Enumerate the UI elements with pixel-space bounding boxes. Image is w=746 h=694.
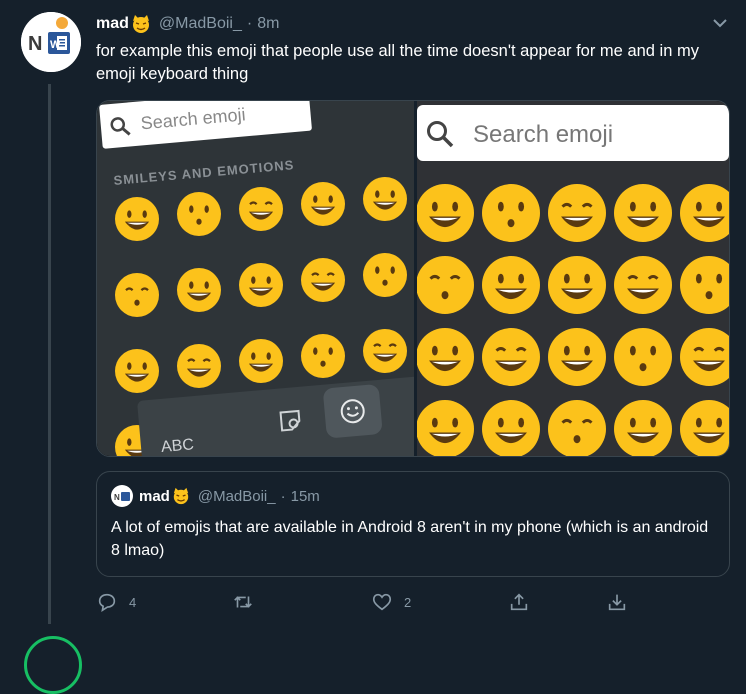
emoji-face [548,184,606,242]
retweet-icon [234,596,252,608]
handle[interactable]: @MadBoii_ [159,15,242,33]
cat-emoji-icon [131,14,151,34]
emoji-face [680,256,729,314]
emoji-face [614,328,672,386]
like-count: 2 [404,594,412,610]
svg-text:N: N [114,493,120,502]
avatar-image: N W [21,12,81,72]
thread-line [48,84,51,624]
emoji-face [177,268,221,312]
svg-text:W: W [50,39,61,51]
share-button[interactable] [508,591,530,613]
emoji-face [363,253,407,297]
quoted-display-name: mad [139,487,170,505]
emoji-face [301,258,345,302]
emoji-face [301,182,345,226]
emoji-face [239,263,283,307]
emoji-face [482,184,540,242]
emoji-face [417,184,474,242]
emoji-face [614,400,672,456]
emoji-face [301,334,345,378]
emoji-face [115,273,159,317]
download-button[interactable] [606,591,628,613]
emoji-face [548,400,606,456]
cat-emoji-icon [172,487,190,505]
smiley-icon [340,399,365,424]
emoji-face [239,187,283,231]
reply-icon [98,593,116,612]
emoji-face [482,256,540,314]
tweet-header: mad @MadBoii_ · 8m [96,13,279,35]
quoted-separator: · [280,487,286,505]
emoji-face [363,329,407,373]
reply-button[interactable]: 4 [96,591,136,613]
heart-icon [372,593,392,611]
quoted-tweet-text: A lot of emojis that are available in An… [111,519,709,559]
tweet-actions: 4 2 [96,591,730,615]
quoted-handle: @MadBoii_ [197,487,276,505]
tweet-text: for example this emoji that people use a… [96,42,699,83]
emoji-face [548,256,606,314]
retweet-button[interactable] [232,591,265,613]
timestamp[interactable]: 8m [257,15,279,33]
sticker-icon [279,409,301,432]
download-icon [608,594,626,611]
emoji-face [548,328,606,386]
quoted-tweet-header: N mad @MadBoii_ · 15m [111,485,320,507]
emoji-face [417,328,474,386]
emoji-face [239,339,283,383]
emoji-face [363,177,407,221]
chevron-down-icon[interactable] [711,14,729,32]
emoji-face [482,328,540,386]
avatar[interactable]: N W [21,12,81,72]
quoted-avatar: N [111,485,133,507]
right-emoji-grid [417,184,729,456]
svg-text:N: N [28,33,42,55]
emoji-face [614,256,672,314]
quoted-timestamp: 15m [290,487,320,505]
like-button[interactable]: 2 [371,591,411,613]
emoji-face [680,328,729,386]
share-icon [510,593,528,611]
quoted-tweet[interactable]: N mad @MadBoii_ · 15m A lot of emojis th… [96,471,730,577]
media-left-panel: Search emoji SMILEYS AND EMOTIONS ABC [97,101,414,457]
emoji-face [115,197,159,241]
emoji-face [482,400,540,456]
keyboard-abc-label: ABC [160,436,195,457]
reply-count: 4 [129,594,137,610]
emoji-face [417,400,474,456]
tweet-media[interactable]: Search emoji SMILEYS AND EMOTIONS ABC Se… [96,100,730,457]
emoji-tab-button [322,383,383,439]
emoji-face [680,400,729,456]
emoji-face [115,349,159,393]
emoji-face [614,184,672,242]
separator: · [246,15,253,32]
emoji-face [177,192,221,236]
emoji-face [680,184,729,242]
emoji-face [177,344,221,388]
emoji-face [417,256,474,314]
display-name[interactable]: mad [96,15,129,33]
media-right-panel: Search emoji [417,101,729,456]
